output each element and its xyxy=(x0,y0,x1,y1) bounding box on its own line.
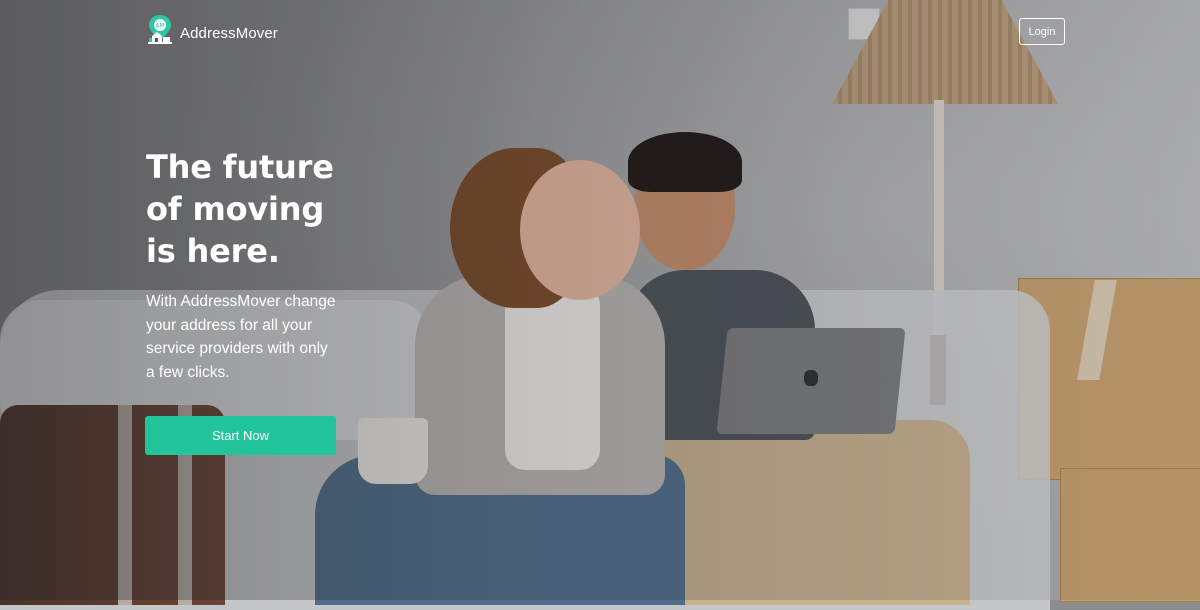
login-button[interactable]: Login xyxy=(1019,18,1065,45)
top-navbar: AM AddressMover Login xyxy=(0,0,1200,70)
hero-title: The future of moving is here. xyxy=(146,146,406,272)
hero-title-line: The future xyxy=(146,148,334,186)
logo-pin-text: AM xyxy=(155,23,164,30)
hero-title-line: is here. xyxy=(146,232,280,270)
brand-name: AddressMover xyxy=(180,24,278,42)
hero-subtitle: With AddressMover change your address fo… xyxy=(146,293,336,381)
house-location-pin-icon: AM xyxy=(146,14,174,52)
start-now-button[interactable]: Start Now xyxy=(145,416,336,455)
hero-title-line: of moving xyxy=(146,190,325,228)
hero-section: The future of moving is here. With Addre… xyxy=(146,146,406,384)
brand-logo-link[interactable]: AM AddressMover xyxy=(146,14,278,52)
